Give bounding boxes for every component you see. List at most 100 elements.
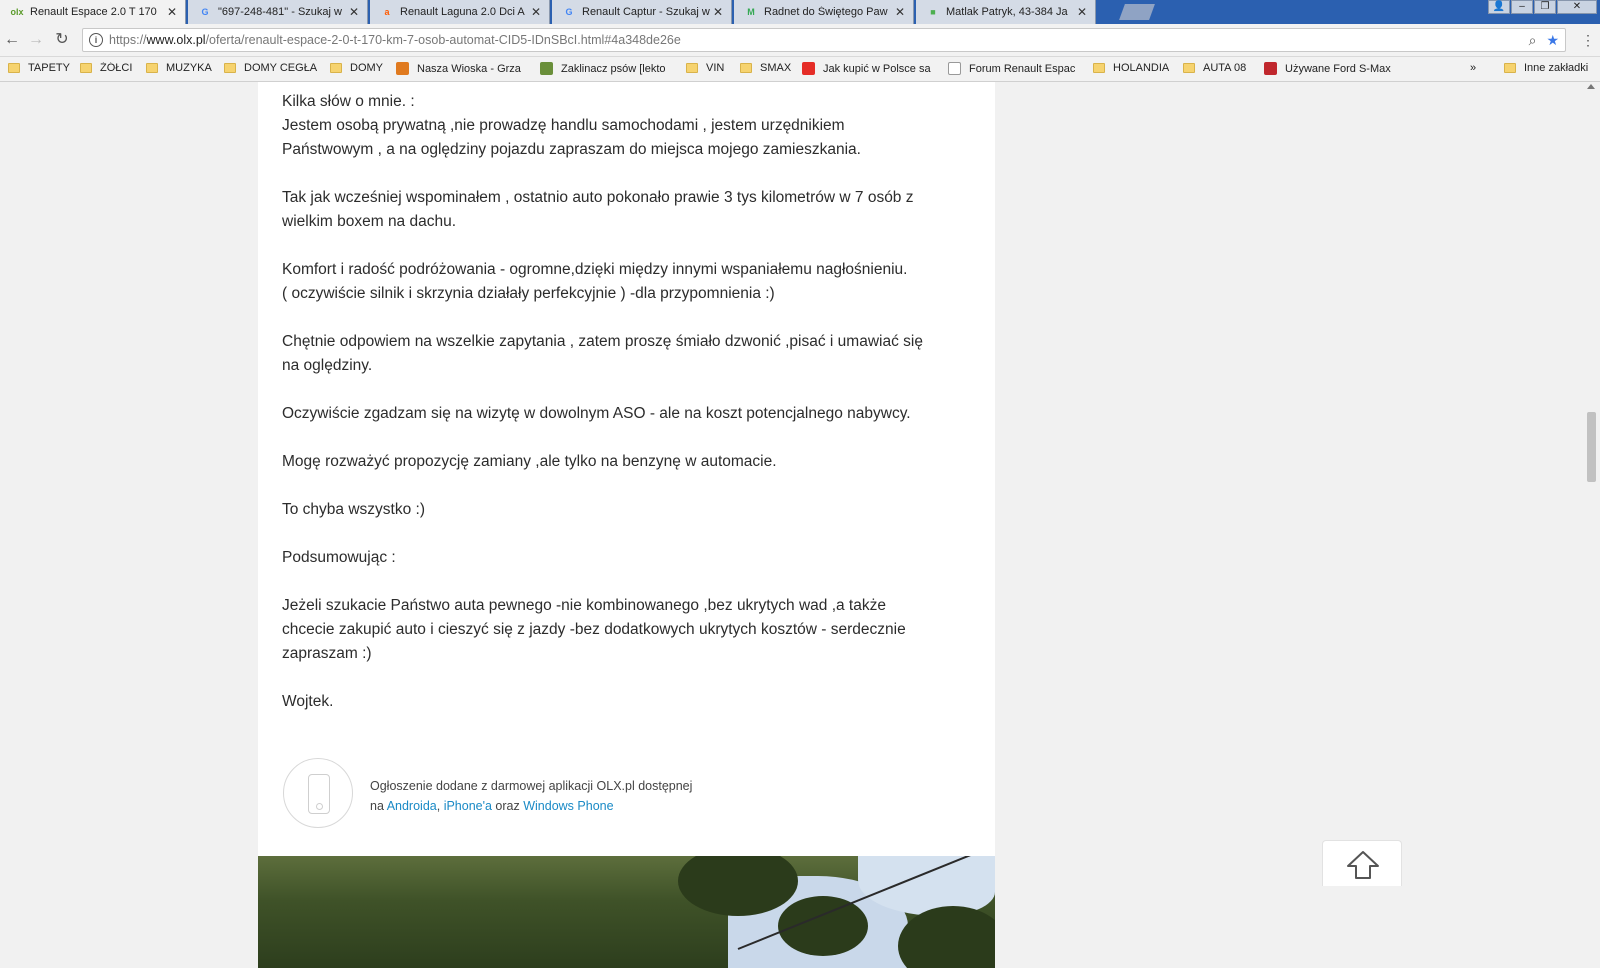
allegro-favicon: a bbox=[384, 7, 390, 17]
scroll-up-arrow-icon[interactable] bbox=[1587, 84, 1595, 89]
url-scheme: https:// bbox=[109, 33, 147, 47]
description-line: Kilka słów o mnie. : bbox=[282, 93, 415, 110]
tab-title: Renault Espace 2.0 T 170 bbox=[30, 6, 157, 18]
description-line: Wojtek. bbox=[282, 693, 334, 710]
tab-title: Renault Captur - Szukaj w bbox=[582, 6, 710, 18]
folder-icon bbox=[330, 63, 342, 73]
description-line: wielkim boxem na dachu. bbox=[282, 213, 457, 230]
ad-description-card: Kilka słów o mnie. : Jestem osobą prywatn… bbox=[258, 82, 995, 856]
app-promo-prefix: na bbox=[370, 799, 387, 813]
reload-icon[interactable]: ↻ bbox=[52, 30, 72, 50]
profile-icon[interactable]: 👤 bbox=[1488, 0, 1510, 14]
address-bar[interactable]: i https://www.olx.pl/oferta/renault-espa… bbox=[82, 28, 1566, 52]
new-tab-button[interactable] bbox=[1119, 4, 1155, 20]
folder-icon bbox=[1093, 63, 1105, 73]
google-favicon: G bbox=[201, 7, 209, 17]
tab-title: "697-248-481" - Szukaj w bbox=[218, 6, 342, 18]
bookmark-label: Inne zakładki bbox=[1524, 62, 1589, 74]
iphone-link[interactable]: iPhone'a bbox=[444, 799, 492, 813]
bookmark-item[interactable]: Jak kupić w Polsce sa bbox=[802, 62, 931, 75]
bookmark-label: Używane Ford S-Max bbox=[1285, 62, 1391, 75]
browser-tab-4[interactable]: G Renault Captur - Szukaj w ✕ bbox=[552, 0, 732, 24]
browser-toolbar: ← → ↻ i https://www.olx.pl/oferta/renaul… bbox=[0, 24, 1600, 57]
bookmarks-bar: TAPETY ŻÓŁCI MUZYKA DOMY CEGŁA DOMY Nasza Wio… bbox=[0, 57, 1600, 82]
maximize-button[interactable]: ❐ bbox=[1534, 0, 1556, 14]
minimize-button[interactable]: – bbox=[1511, 0, 1533, 14]
bookmark-item[interactable]: Forum Renault Espac bbox=[948, 62, 1075, 75]
site-favicon-icon bbox=[802, 62, 815, 75]
bookmark-label: » bbox=[1470, 62, 1477, 74]
bookmark-item[interactable]: MUZYKA bbox=[146, 62, 212, 74]
close-tab-icon[interactable]: ✕ bbox=[711, 5, 725, 19]
bookmark-item[interactable]: Inne zakładki bbox=[1504, 62, 1588, 74]
description-line: na oględziny. bbox=[282, 357, 373, 374]
bookmark-item[interactable]: HOLANDIA bbox=[1093, 62, 1169, 74]
folder-icon bbox=[686, 63, 698, 73]
browser-tab-6[interactable]: ■ Matlak Patryk, 43-384 Ja ✕ bbox=[916, 0, 1096, 24]
site-info-icon[interactable]: i bbox=[89, 33, 103, 47]
bookmark-item[interactable]: TAPETY bbox=[8, 62, 70, 74]
scrollbar-thumb[interactable] bbox=[1587, 412, 1596, 482]
bookmark-item[interactable]: AUTA 08 bbox=[1183, 62, 1246, 74]
browser-tab-3[interactable]: a Renault Laguna 2.0 Dci A ✕ bbox=[370, 0, 550, 24]
zoom-icon[interactable]: ⌕ bbox=[1529, 32, 1537, 49]
tab-title: Matlak Patryk, 43-384 Ja bbox=[946, 6, 1068, 18]
ad-photo[interactable] bbox=[258, 856, 995, 968]
close-tab-icon[interactable]: ✕ bbox=[529, 5, 543, 19]
forward-icon[interactable]: → bbox=[26, 30, 46, 50]
description-line: zapraszam :) bbox=[282, 645, 372, 662]
browser-tab-strip: olx Renault Espace 2.0 T 170 ✕ G "697-248-48… bbox=[0, 0, 1600, 24]
bookmark-item[interactable]: Używane Ford S-Max bbox=[1264, 62, 1391, 75]
description-line: Oczywiście zgadzam się na wizytę w dowol… bbox=[282, 405, 911, 422]
bookmark-item[interactable]: VIN bbox=[686, 62, 724, 74]
browser-tab-5[interactable]: M Radnet do Świętego Paw ✕ bbox=[734, 0, 914, 24]
description-line: Jestem osobą prywatną ,nie prowadzę hand… bbox=[282, 117, 845, 134]
browser-tab-2[interactable]: G "697-248-481" - Szukaj w ✕ bbox=[188, 0, 368, 24]
site-favicon-icon bbox=[1264, 62, 1277, 75]
close-window-button[interactable]: ✕ bbox=[1557, 0, 1597, 14]
bookmark-label: Zaklinacz psów [lekto bbox=[561, 62, 666, 75]
ad-description: Kilka słów o mnie. : Jestem osobą prywatn… bbox=[282, 90, 972, 714]
bookmark-item[interactable]: SMAX bbox=[740, 62, 791, 74]
description-line: Mogę rozważyć propozycję zamiany ,ale ty… bbox=[282, 453, 777, 470]
bookmark-item[interactable]: ŻÓŁCI bbox=[80, 62, 132, 74]
app-promo: Ogłoszenie dodane z darmowej aplikacji O… bbox=[283, 758, 943, 832]
browser-tab-1[interactable]: olx Renault Espace 2.0 T 170 ✕ bbox=[0, 0, 186, 24]
page-scrollbar[interactable] bbox=[1583, 82, 1600, 968]
close-tab-icon[interactable]: ✕ bbox=[347, 5, 361, 19]
bookmarks-overflow-button[interactable]: » bbox=[1470, 62, 1476, 74]
olx-favicon: olx bbox=[10, 7, 24, 17]
bookmark-item[interactable]: Nasza Wioska - Grza bbox=[396, 62, 521, 75]
app-promo-line1: Ogłoszenie dodane z darmowej aplikacji O… bbox=[370, 779, 693, 793]
bookmark-label: SMAX bbox=[760, 62, 792, 74]
android-link[interactable]: Androida bbox=[387, 799, 437, 813]
description-line: Komfort i radość podróżowania - ogromne,… bbox=[282, 261, 908, 278]
bookmark-item[interactable]: Zaklinacz psów [lekto bbox=[540, 62, 666, 75]
description-line: ( oczywiście silnik i skrzynia działały … bbox=[282, 285, 775, 302]
windows-phone-link[interactable]: Windows Phone bbox=[523, 799, 613, 813]
site-favicon-icon bbox=[396, 62, 409, 75]
bookmark-item[interactable]: DOMY bbox=[330, 62, 383, 74]
folder-icon bbox=[8, 63, 20, 73]
scroll-to-top-button[interactable] bbox=[1322, 840, 1402, 886]
app-promo-sep1: , bbox=[436, 799, 444, 813]
url-host: www.olx.pl bbox=[146, 33, 206, 47]
bookmark-star-icon[interactable]: ★ bbox=[1546, 32, 1559, 49]
close-tab-icon[interactable]: ✕ bbox=[165, 5, 179, 19]
google-favicon: G bbox=[565, 7, 573, 17]
folder-icon bbox=[1504, 63, 1516, 73]
back-icon[interactable]: ← bbox=[2, 30, 22, 50]
close-tab-icon[interactable]: ✕ bbox=[1075, 5, 1089, 19]
app-promo-text: Ogłoszenie dodane z darmowej aplikacji O… bbox=[370, 776, 692, 816]
bookmark-label: ŻÓŁCI bbox=[100, 62, 133, 74]
bookmark-item[interactable]: DOMY CEGŁA bbox=[224, 62, 317, 74]
arrow-up-icon bbox=[1347, 851, 1379, 879]
menu-kebab-icon[interactable]: ⋮ bbox=[1578, 30, 1598, 50]
close-tab-icon[interactable]: ✕ bbox=[893, 5, 907, 19]
